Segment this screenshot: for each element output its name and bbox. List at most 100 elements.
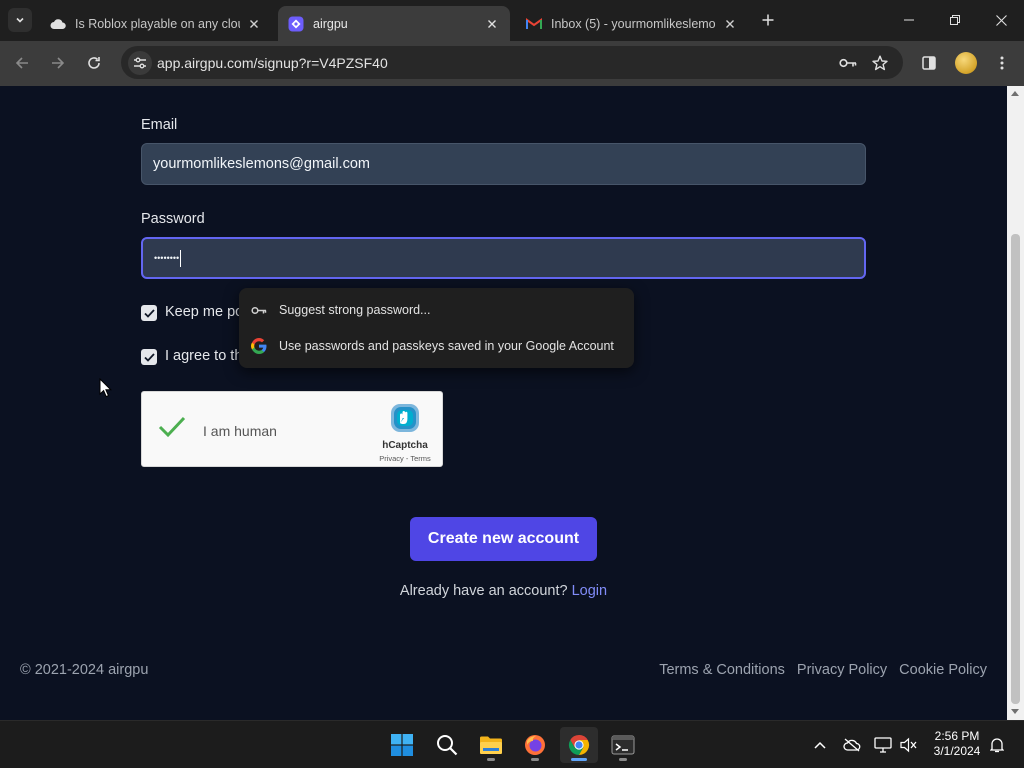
restore-button[interactable] [932, 0, 978, 40]
side-panel-icon [922, 56, 936, 70]
copyright-text: © 2021-2024 airgpu [20, 662, 149, 678]
captcha-label: I am human [203, 423, 277, 439]
notifications-button[interactable] [985, 733, 1009, 757]
close-tab-icon[interactable] [484, 16, 500, 32]
profile-avatar[interactable] [955, 52, 977, 74]
password-key-button[interactable] [836, 51, 860, 75]
tab-gmail-inbox[interactable]: Inbox (5) - yourmomlikeslemon [516, 6, 748, 41]
side-panel-button[interactable] [915, 49, 943, 77]
tab-title: Inbox (5) - yourmomlikeslemon [551, 16, 716, 31]
speaker-muted-icon [900, 737, 917, 753]
windows-taskbar: 2:56 PM 3/1/2024 [0, 720, 1024, 768]
chevron-up-icon [814, 741, 826, 749]
reload-button[interactable] [80, 49, 108, 77]
taskbar-clock[interactable]: 2:56 PM 3/1/2024 [924, 729, 990, 759]
clock-time: 2:56 PM [934, 729, 980, 743]
minimize-button[interactable] [886, 0, 932, 40]
bookmark-button[interactable] [868, 51, 892, 75]
key-icon [251, 302, 267, 318]
privacy-link[interactable]: Privacy Policy [797, 662, 887, 678]
restore-icon [950, 15, 960, 25]
footer-links: Terms & Conditions Privacy Policy Cookie… [659, 662, 987, 678]
email-label: Email [141, 117, 178, 133]
agree-terms-label: I agree to th [165, 348, 243, 364]
login-link[interactable]: Login [572, 583, 607, 599]
volume-tray-button[interactable] [897, 733, 921, 757]
captcha-checkmark-icon[interactable] [158, 416, 186, 438]
signup-page: Email yourmomlikeslemons@gmail.com Passw… [0, 86, 1007, 720]
password-autofill-popup: Suggest strong password... Use passwords… [239, 288, 634, 368]
mouse-pointer-icon [99, 378, 112, 398]
google-passwords-label: Use passwords and passkeys saved in your… [279, 339, 614, 353]
scrollbar-thumb[interactable] [1011, 234, 1020, 704]
checkmark-icon [143, 352, 155, 362]
tab-roblox[interactable]: Is Roblox playable on any cloud [40, 6, 272, 41]
star-icon [872, 55, 888, 71]
menu-button[interactable] [988, 49, 1016, 77]
page-scrollbar[interactable] [1007, 86, 1024, 720]
start-icon [391, 734, 413, 756]
cloud-icon [50, 16, 66, 32]
terminal-icon [611, 735, 635, 755]
google-passwords-item[interactable]: Use passwords and passkeys saved in your… [239, 328, 634, 364]
scroll-down-arrow[interactable] [1011, 709, 1019, 714]
running-indicator [531, 758, 539, 761]
password-field[interactable]: •••••••• [141, 237, 866, 279]
file-explorer-icon [480, 736, 502, 754]
suggest-password-item[interactable]: Suggest strong password... [239, 292, 634, 328]
file-explorer-button[interactable] [472, 727, 510, 763]
address-bar[interactable]: app.airgpu.com/signup?r=V4PZSF40 [121, 46, 903, 79]
firefox-button[interactable] [516, 727, 554, 763]
cloud-offline-icon [843, 738, 861, 752]
gmail-icon [526, 16, 542, 32]
terms-link[interactable]: Terms & Conditions [659, 662, 785, 678]
keep-logged-in-checkbox[interactable] [141, 305, 157, 321]
network-icon [874, 737, 892, 753]
scroll-up-arrow[interactable] [1011, 91, 1019, 96]
cookie-link[interactable]: Cookie Policy [899, 662, 987, 678]
tab-airgpu[interactable]: airgpu [278, 6, 510, 41]
tab-search-button[interactable] [8, 8, 32, 32]
more-vert-icon [1000, 56, 1004, 70]
keep-logged-in-label: Keep me po [165, 304, 244, 320]
onedrive-tray-button[interactable] [840, 733, 864, 757]
captcha-brand: hCaptcha [382, 440, 428, 451]
chrome-button[interactable] [560, 727, 598, 763]
forward-button[interactable] [44, 49, 72, 77]
tab-title: Is Roblox playable on any cloud [75, 16, 240, 31]
hcaptcha-logo-icon [391, 404, 419, 432]
new-tab-button[interactable] [757, 9, 779, 31]
email-value: yourmomlikeslemons@gmail.com [153, 156, 370, 172]
checkmark-icon [143, 308, 155, 318]
arrow-left-icon [15, 57, 28, 69]
terminal-button[interactable] [604, 727, 642, 763]
password-value: •••••••• [154, 253, 180, 263]
close-tab-icon[interactable] [246, 16, 262, 32]
hcaptcha-widget[interactable]: I am human hCaptcha Privacy - Terms [141, 391, 443, 467]
tune-icon [134, 57, 146, 69]
running-indicator [619, 758, 627, 761]
active-indicator [571, 758, 587, 761]
show-hidden-icons-button[interactable] [808, 733, 832, 757]
back-button[interactable] [8, 49, 36, 77]
clock-date: 3/1/2024 [933, 744, 981, 758]
url-text: app.airgpu.com/signup?r=V4PZSF40 [157, 55, 388, 71]
email-field[interactable]: yourmomlikeslemons@gmail.com [141, 143, 866, 185]
create-account-button[interactable]: Create new account [410, 517, 597, 561]
close-window-button[interactable] [978, 0, 1024, 40]
agree-terms-checkbox[interactable] [141, 349, 157, 365]
chrome-icon [568, 734, 590, 756]
site-info-button[interactable] [128, 51, 152, 75]
arrow-right-icon [52, 57, 65, 69]
network-tray-button[interactable] [871, 733, 895, 757]
browser-toolbar: app.airgpu.com/signup?r=V4PZSF40 [0, 41, 1024, 86]
plus-icon [762, 14, 774, 26]
login-prompt-text: Already have an account? [399, 583, 568, 599]
login-prompt: Already have an account? Login [0, 583, 1007, 599]
suggest-password-label: Suggest strong password... [279, 303, 431, 317]
captcha-privacy-terms-link[interactable]: Privacy - Terms [371, 454, 439, 463]
start-button[interactable] [383, 727, 421, 763]
search-button[interactable] [428, 727, 466, 763]
search-icon [437, 735, 458, 756]
close-tab-icon[interactable] [722, 16, 738, 32]
